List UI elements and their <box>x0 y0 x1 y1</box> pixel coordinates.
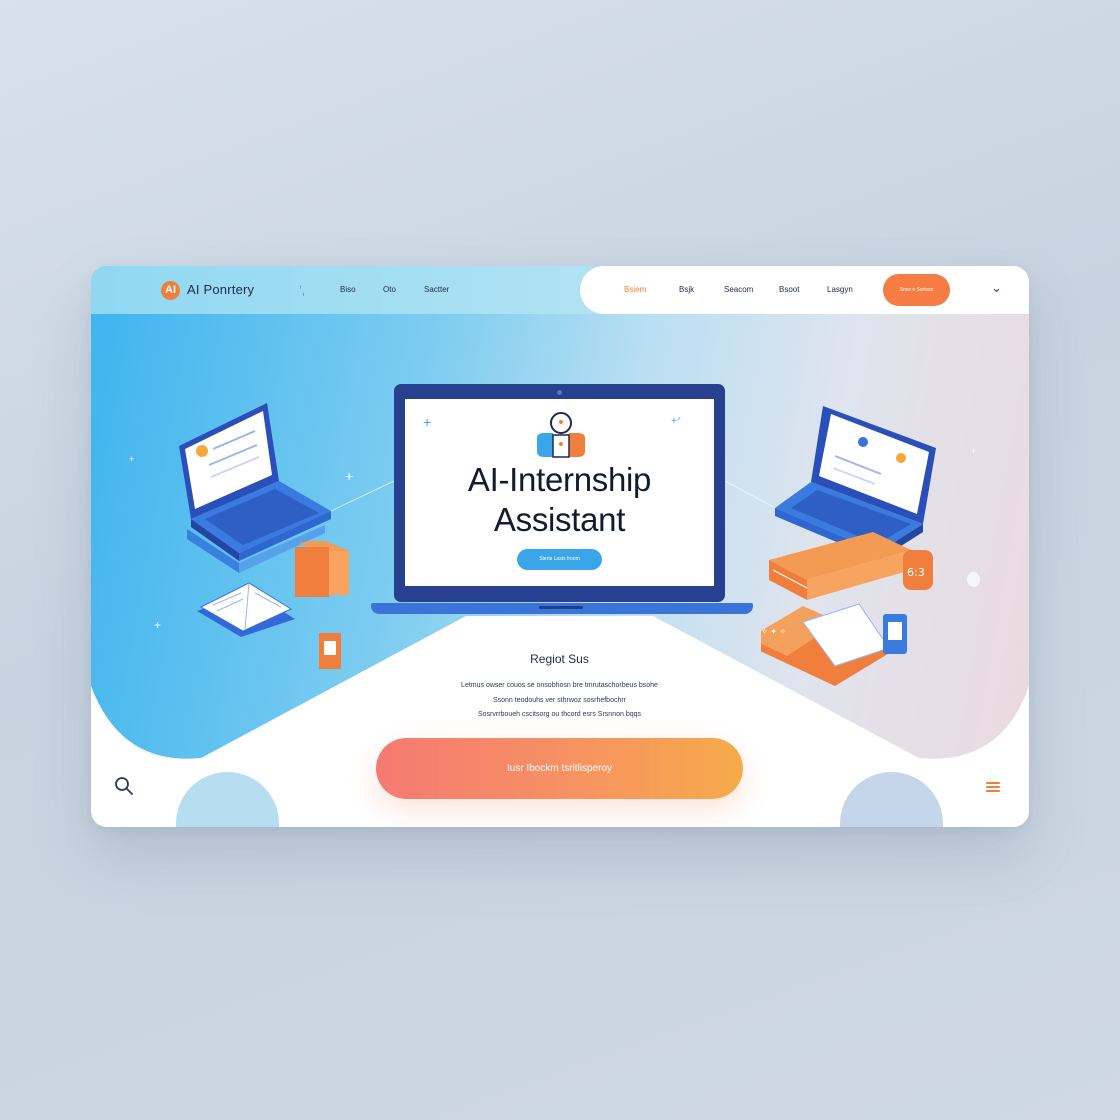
section-title: Regiot Sus <box>530 652 589 666</box>
logo-text[interactable]: AI Ponrtery <box>187 282 254 297</box>
sparkle-nav-icon: ꜝ ꜞ <box>300 285 305 300</box>
nav-link-2[interactable]: Oto <box>383 285 396 294</box>
nav-pill <box>580 266 1029 314</box>
hamburger-menu-icon[interactable] <box>985 780 1001 794</box>
section-paragraph-line-2: Ssonn teodouhs ver sthrwoz sosrhefbochrr <box>492 697 627 704</box>
monitor-start-button[interactable]: Sterts Lasts froom <box>517 549 602 570</box>
sparkle-icon: + <box>154 618 162 632</box>
sparkle-icon: + <box>423 414 432 430</box>
robot-mascot-icon <box>537 412 585 458</box>
section-paragraph-line-3: Sosrvrrboueh cscitsorg ou thcord esrs Sr… <box>477 711 642 718</box>
monitor-base-notch <box>539 606 583 609</box>
hero-title-line1: AI-Internship <box>467 461 652 498</box>
sparkle-icon: + <box>129 454 135 464</box>
books-illustration-left <box>197 541 349 669</box>
hero-title-line2: Assistant <box>493 501 626 538</box>
sparkle-icon: +ᐟ <box>671 416 682 427</box>
svg-text:✧ ✦ ✧: ✧ ✦ ✧ <box>761 627 786 636</box>
nav-pill-link-4[interactable]: Bsoot <box>779 285 799 294</box>
primary-cta-button[interactable]: Iusr Ibockm tsritlisperoy <box>376 738 743 799</box>
nav-link-3[interactable]: Sactter <box>424 285 449 294</box>
landing-card: + + + + AI AI Ponrtery ꜝ ꜞ Biso Oto Sact… <box>91 266 1029 827</box>
chevron-down-icon[interactable]: ⌄ <box>991 280 1002 296</box>
nav-pill-link-3[interactable]: Seacom <box>724 285 753 294</box>
top-navbar: AI AI Ponrtery ꜝ ꜞ Biso Oto Sactter Bsie… <box>91 266 1029 314</box>
svg-text:6:3: 6:3 <box>907 566 925 579</box>
nav-pill-link-5[interactable]: Lasgyn <box>827 285 853 294</box>
svg-text:ꜝ: ꜝ <box>300 285 302 293</box>
nav-pill-link-2[interactable]: Bsjk <box>679 285 694 294</box>
sparkle-icon: + <box>971 446 977 456</box>
books-illustration-right: 6:3 ✧ ✦ ✧ <box>761 532 933 686</box>
logo-icon[interactable]: AI <box>161 281 180 300</box>
nav-pill-link-active[interactable]: Bsiem <box>624 285 646 294</box>
section-paragraph-line-1: Letmus owser couos se onsobhosn bre tmru… <box>461 682 658 689</box>
decorative-dot <box>967 572 980 587</box>
search-icon[interactable] <box>114 776 134 796</box>
camera-dot <box>557 390 562 395</box>
nav-link-1[interactable]: Biso <box>340 285 356 294</box>
nav-cta-button[interactable]: Snos n Ssrtosn <box>883 274 950 306</box>
hero-title: AI-Internship Assistant <box>405 460 714 540</box>
svg-text:ꜞ: ꜞ <box>303 292 305 300</box>
